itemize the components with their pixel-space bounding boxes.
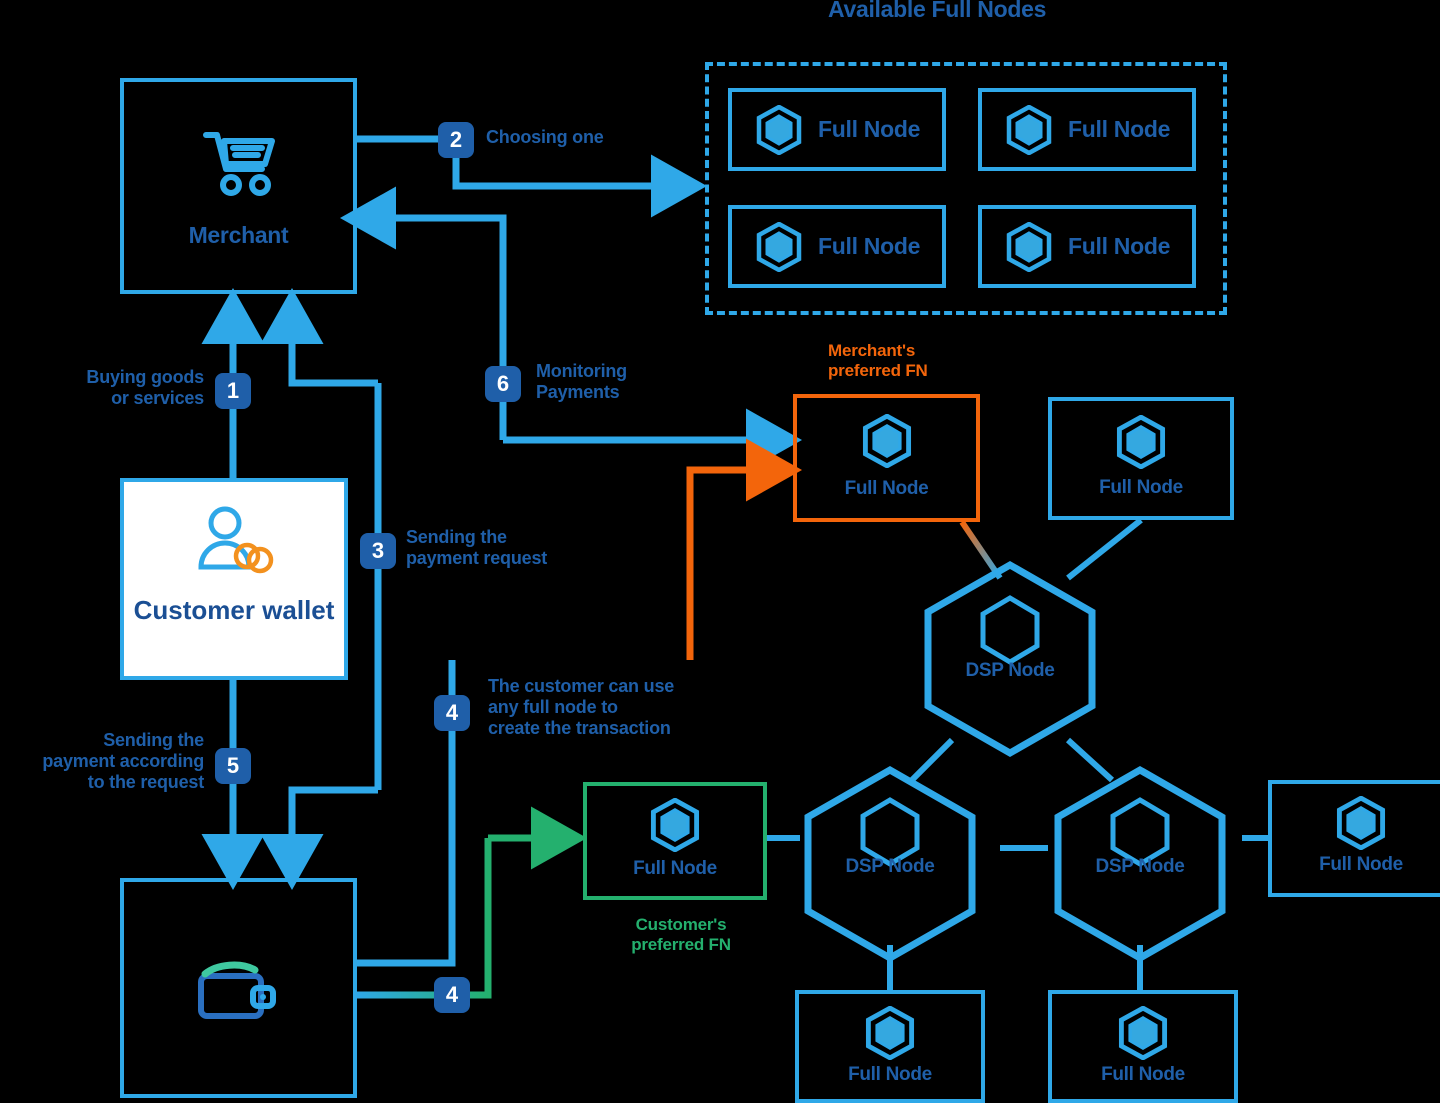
link-fn-topright-dsp-top (1066, 517, 1143, 581)
step-4-label-line1: The customer can use (488, 676, 675, 696)
dsp-inner-hex-br (1110, 797, 1170, 867)
customer-wallet-box[interactable]: Customer wallet (120, 478, 348, 680)
hex-node-icon (1336, 796, 1386, 850)
hex-node-icon (756, 221, 802, 272)
dsp-inner-hex-top (980, 595, 1040, 665)
step-1-label: Buying goods or services (48, 367, 204, 409)
dsp-node-top-label: DSP Node (965, 660, 1055, 681)
step-3-label: Sending the payment request (406, 527, 547, 569)
link-dsp-top-dsp-bl (909, 737, 955, 783)
step-1-label-line2: or services (111, 388, 204, 409)
hex-node-icon (1006, 104, 1052, 155)
step-badge-5: 5 (215, 748, 251, 784)
dsp-node-bottom-left-label: DSP Node (845, 856, 935, 877)
full-node-far-right-label: Full Node (1319, 854, 1403, 875)
page-title: Available Full Nodes (828, 0, 1047, 22)
step-badge-2: 2 (438, 122, 474, 158)
dsp-node-bottom-right-label: DSP Node (1095, 856, 1185, 877)
shopping-cart-icon (202, 132, 275, 196)
hex-node-icon (862, 414, 911, 468)
pool-full-node-3-label: Full Node (818, 233, 921, 259)
arrow-payment-request-down (260, 786, 378, 890)
pool-full-node-4[interactable]: Full Node (978, 205, 1196, 288)
customer-preferred-caption-line2: preferred FN (631, 935, 731, 955)
step-4-label: The customer can use any full node to cr… (488, 676, 674, 740)
step-5-label: Sending the payment according to the req… (0, 730, 204, 794)
step-5-label-line2: payment according (42, 751, 204, 772)
hex-node-icon (650, 798, 700, 852)
line-step4-lower (357, 838, 492, 999)
full-node-top-right-label: Full Node (1099, 477, 1183, 498)
step-badge-6: 6 (485, 366, 521, 402)
step-badge-4-lower: 4 (434, 977, 470, 1013)
full-node-far-right[interactable]: Full Node (1268, 780, 1440, 897)
step-5-label-line3: to the request (87, 772, 204, 793)
hex-node-icon (1006, 221, 1052, 272)
full-node-bottom-right-label: Full Node (1101, 1064, 1185, 1085)
merchant-preferred-full-node[interactable]: Full Node (793, 394, 980, 522)
step-2-label: Choosing one (486, 127, 604, 147)
full-node-top-right[interactable]: Full Node (1048, 397, 1234, 520)
pool-full-node-1[interactable]: Full Node (728, 88, 946, 171)
step-badge-1: 1 (215, 373, 251, 409)
step-6-label: Monitoring Payments (536, 361, 627, 403)
full-node-bottom-right[interactable]: Full Node (1048, 990, 1238, 1103)
customer-preferred-caption-line1: Customer's (635, 915, 727, 934)
customer-preferred-caption: Customer's preferred FN (611, 915, 751, 955)
wallet-box[interactable] (120, 878, 357, 1098)
step-6-label-line2: Payments (536, 382, 620, 403)
step-3-label-line2: payment request (406, 548, 548, 569)
arrow-monitoring-to-merchant (340, 186, 507, 440)
step-badge-3: 3 (360, 533, 396, 569)
pool-full-node-4-label: Full Node (1068, 233, 1171, 259)
pool-full-node-2[interactable]: Full Node (978, 88, 1196, 171)
hex-node-icon (756, 104, 802, 155)
merchant-preferred-node-label: Full Node (844, 478, 929, 499)
step-4-label-line2: any full node to (488, 697, 618, 718)
step-3-label-line1: Sending the (406, 527, 507, 547)
wallet-icon (197, 961, 276, 1019)
step-badge-4-upper: 4 (434, 695, 470, 731)
merchant-preferred-caption: Merchant's preferred FN (828, 341, 928, 381)
step-6-label-line1: Monitoring (536, 361, 627, 381)
customer-coins-icon (198, 506, 274, 574)
arrow-step4-orange (686, 438, 802, 660)
diagram-canvas: Available Full Nodes Merchant Customer w… (0, 0, 1440, 1103)
link-merchant-fn-dsp-top (959, 520, 1003, 580)
step-4-label-line3: create the transaction (488, 718, 671, 739)
full-node-bottom-left-label: Full Node (848, 1064, 932, 1085)
dsp-inner-hex-bl (860, 797, 920, 867)
hex-node-icon (1118, 1006, 1168, 1060)
step-1-label-line1: Buying goods (86, 367, 204, 387)
hex-node-icon (1116, 415, 1166, 469)
merchant-preferred-caption-line1: Merchant's (828, 341, 916, 360)
pool-full-node-3[interactable]: Full Node (728, 205, 946, 288)
full-node-bottom-left[interactable]: Full Node (795, 990, 985, 1103)
merchant-preferred-caption-line2: preferred FN (828, 361, 928, 381)
customer-wallet-label: Customer wallet (133, 595, 335, 625)
pool-full-node-1-label: Full Node (818, 116, 921, 142)
merchant-label: Merchant (188, 222, 289, 248)
customer-preferred-full-node[interactable]: Full Node (583, 782, 767, 900)
hex-node-icon (865, 1006, 915, 1060)
arrow-payment-request-up (260, 288, 378, 387)
link-dsp-top-dsp-br (1065, 737, 1115, 783)
step-5-label-line1: Sending the (103, 730, 204, 750)
merchant-box[interactable]: Merchant (120, 78, 357, 294)
customer-preferred-node-label: Full Node (633, 858, 717, 879)
pool-full-node-2-label: Full Node (1068, 116, 1171, 142)
dsp-hex-top (924, 560, 1096, 758)
